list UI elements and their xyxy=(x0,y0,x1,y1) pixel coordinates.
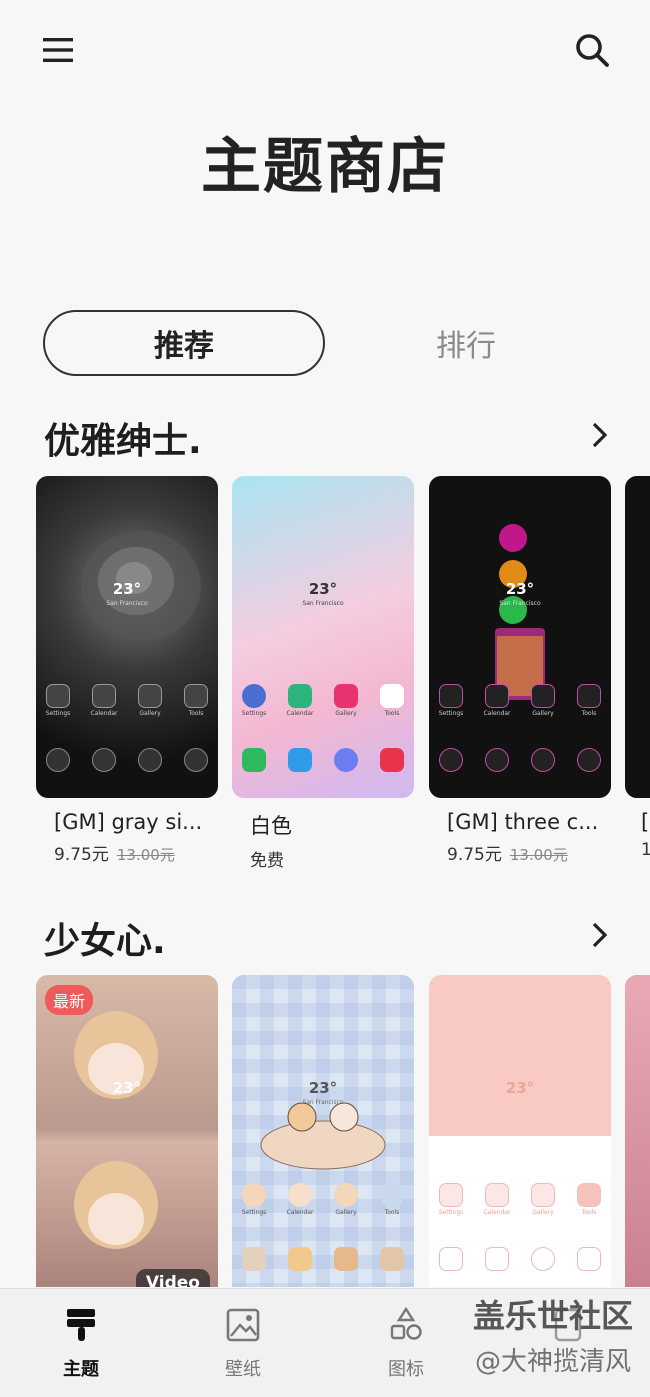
theme-thumbnail[interactable] xyxy=(625,476,650,798)
weather-temp: 23° xyxy=(308,580,338,598)
cat-picnic-image xyxy=(260,1102,386,1170)
video-badge: Video xyxy=(135,1269,210,1287)
theme-thumbnail[interactable]: 23° San Francisco Settings Calendar Galler… xyxy=(429,476,611,798)
app-icon-row xyxy=(439,684,601,708)
app-labels: Settings Calendar Gallery Tools xyxy=(438,1209,597,1216)
theme-price: 9.75元 13.00元 xyxy=(447,845,568,865)
nav-label: 图标 xyxy=(388,1359,424,1380)
theme-name: [GM] gray si... xyxy=(54,810,203,834)
theme-card[interactable]: 23° San Francisco Settings Calendar Galler… xyxy=(36,476,218,865)
nav-icons[interactable]: 图标 xyxy=(341,1306,471,1381)
dock-row xyxy=(439,748,601,772)
watermark-author: @大神揽清风 xyxy=(474,1347,631,1377)
theme-price: 1 xyxy=(641,840,650,860)
theme-thumbnail[interactable]: 最新 23° Video xyxy=(36,975,218,1287)
app-icon-row xyxy=(46,684,208,708)
theme-card[interactable] xyxy=(625,975,650,1287)
new-badge: 最新 xyxy=(45,985,94,1015)
weather-temp: 23° xyxy=(505,1079,535,1097)
app-labels: Settings Calendar Gallery Tools xyxy=(241,710,400,717)
top-bar xyxy=(0,0,650,100)
dock-row xyxy=(242,1247,404,1271)
theme-row-girl-heart: 最新 23° Video 23° San Francisco Settings C… xyxy=(36,975,650,1287)
theme-price: 免费 xyxy=(250,851,284,871)
nav-themes[interactable]: 主题 xyxy=(16,1307,146,1381)
weather-temp: 23° xyxy=(308,1079,338,1097)
icons-shapes-icon xyxy=(390,1306,422,1340)
theme-card[interactable]: [ 1 xyxy=(625,476,650,860)
theme-thumbnail[interactable]: 23° Settings Calendar Gallery Tools xyxy=(429,975,611,1287)
app-labels: Settings Calendar Gallery Tools xyxy=(45,710,204,717)
weather-city: San Francisco xyxy=(499,600,541,607)
hamburger-menu-icon[interactable] xyxy=(34,26,82,74)
app-labels: Settings Calendar Gallery Tools xyxy=(438,710,597,717)
dock-row xyxy=(242,748,404,772)
page-title: 主题商店 xyxy=(201,132,449,202)
weather-city: San Francisco xyxy=(302,1099,344,1106)
theme-card[interactable]: 23° San Francisco Settings Calendar Galler… xyxy=(232,975,414,1287)
nav-wallpapers[interactable]: 壁纸 xyxy=(178,1307,308,1381)
theme-thumbnail[interactable]: 23° San Francisco Settings Calendar Galler… xyxy=(36,476,218,798)
app-icon-row xyxy=(242,684,404,708)
theme-thumbnail[interactable]: 23° San Francisco Settings Calendar Galler… xyxy=(232,476,414,798)
anime-girl-image xyxy=(74,1011,158,1249)
nav-label: 壁纸 xyxy=(225,1359,261,1380)
chevron-right-icon[interactable] xyxy=(584,920,614,950)
weather-temp: 23° xyxy=(505,580,535,598)
theme-card[interactable]: 最新 23° Video xyxy=(36,975,218,1287)
theme-thumbnail[interactable] xyxy=(625,975,650,1287)
wallpaper-image-icon xyxy=(226,1308,260,1342)
tab-ranking[interactable]: 排行 xyxy=(325,310,607,376)
weather-city: San Francisco xyxy=(302,600,344,607)
theme-name: [GM] three c... xyxy=(447,810,599,834)
theme-thumbnail[interactable]: 23° San Francisco Settings Calendar Galler… xyxy=(232,975,414,1287)
section-title-girl-heart[interactable]: 少女心. xyxy=(44,912,166,964)
weather-temp: 23° xyxy=(112,580,142,598)
app-labels: Settings Calendar Gallery Tools xyxy=(241,1209,400,1216)
theme-brush-icon xyxy=(67,1309,95,1341)
theme-price: 9.75元 13.00元 xyxy=(54,845,175,865)
weather-temp: 23° xyxy=(112,1079,142,1097)
weather-city: San Francisco xyxy=(106,600,148,607)
tab-recommended[interactable]: 推荐 xyxy=(43,310,325,376)
dock-row xyxy=(439,1247,601,1271)
watermark-title: 盖乐世社区 xyxy=(472,1297,633,1335)
app-icon-row xyxy=(242,1183,404,1207)
theme-name: 白色 xyxy=(250,814,292,838)
dock-row xyxy=(46,748,208,772)
theme-card[interactable]: 23° San Francisco Settings Calendar Galler… xyxy=(429,476,611,865)
theme-card[interactable]: 23° Settings Calendar Gallery Tools xyxy=(429,975,611,1287)
chevron-right-icon[interactable] xyxy=(584,420,614,450)
theme-row-gentleman: 23° San Francisco Settings Calendar Galler… xyxy=(36,476,650,876)
theme-card[interactable]: 23° San Francisco Settings Calendar Galler… xyxy=(232,476,414,871)
app-icon-row xyxy=(439,1183,601,1207)
search-icon[interactable] xyxy=(568,26,616,74)
theme-name: [ xyxy=(641,810,650,834)
section-title-gentleman[interactable]: 优雅绅士. xyxy=(44,412,202,464)
bottom-navigation: 主题 壁纸 图标 盖乐世社区 @大神揽清风 xyxy=(0,1288,650,1397)
nav-label: 主题 xyxy=(63,1359,99,1380)
